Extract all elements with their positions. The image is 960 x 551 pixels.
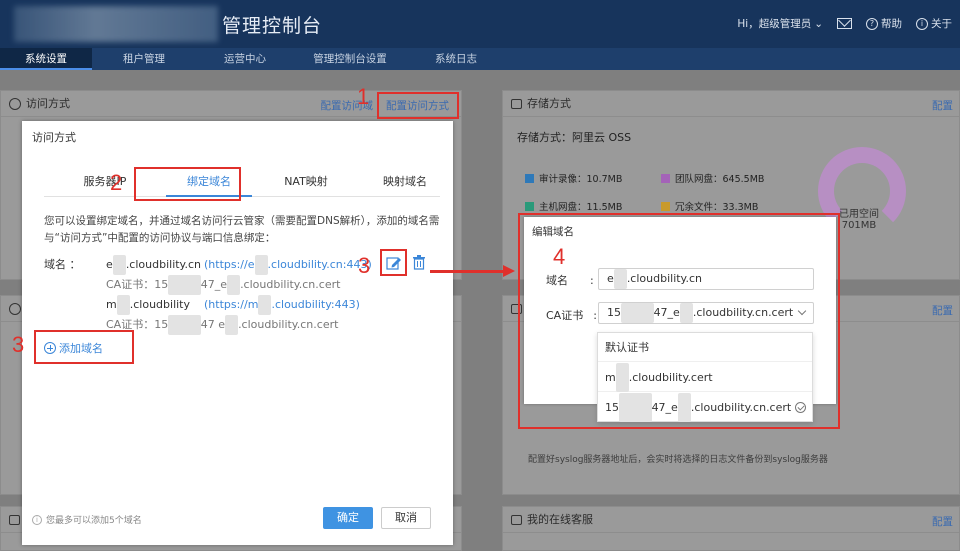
mail-icon [837,18,852,29]
main-nav: 系统设置 租户管理 运营中心 管理控制台设置 系统日志 [0,48,960,70]
globe-icon [9,97,21,110]
chevron-down-icon: ⌄ [814,17,823,30]
domain-url[interactable]: (https://mxx.cloudbility:443) [204,295,360,315]
nav-item-console-settings[interactable]: 管理控制台设置 [294,48,406,70]
list-icon [511,514,522,525]
domain-name: mxx.cloudbility [106,295,200,315]
tab-mapped-domain[interactable]: 映射域名 [362,171,448,197]
app-title: 管理控制台 [222,15,323,37]
nav-item-system-settings[interactable]: 系统设置 [0,48,92,70]
globe-icon [9,302,21,315]
dialog-title: 访问方式 [32,131,76,144]
delete-domain-button[interactable] [413,255,425,270]
nav-item-operations[interactable]: 运营中心 [196,48,294,70]
domain-name: exx.cloudbility.cn [106,255,201,275]
help-button[interactable]: ? 帮助 [866,16,902,31]
domain-cert: CA证书：15xxxxx47_exx.cloudbility.cn.cert [44,275,372,295]
max-domain-hint: i 您最多可以添加5个域名 [32,513,142,526]
top-header: 管理控制台 Hi，超级管理员 ⌄ ? 帮助 i 关于 [0,0,960,48]
cancel-button[interactable]: 取消 [381,507,431,529]
step-number-1: 1 [357,84,370,109]
question-icon: ? [866,17,878,30]
online-service-header: 我的在线客服 [503,507,959,533]
about-button[interactable]: i 关于 [916,16,952,31]
storage-type: 存储方式：阿里云 OSS [517,131,632,144]
info-icon: i [32,514,42,525]
step-number-2: 2 [110,170,123,195]
legend-item-audit: 审计录像：10.7MB [525,171,622,185]
step-number-3a: 3 [358,253,371,278]
nav-item-system-log[interactable]: 系统日志 [406,48,506,70]
mail-button[interactable] [837,18,852,29]
user-area: Hi，超级管理员 ⌄ ? 帮助 i 关于 [737,16,952,31]
legend-item-host-disk: 主机网盘：11.5MB [525,199,622,213]
storage-panel-header: 存储方式 [503,91,959,117]
logo [14,6,218,42]
domain-row: mxx.cloudbility (https://mxx.cloudbility… [44,295,372,315]
online-service-config-link[interactable]: 配置 [932,514,953,529]
domain-list: 域名 ： exx.cloudbility.cn (https://exx.clo… [44,255,372,335]
storage-config-link[interactable]: 配置 [932,98,953,113]
bind-domain-description: 您可以设置绑定域名，并通过域名访问行云管家（需要配置DNS解析），添加的域名需与… [44,215,440,244]
syslog-note: 配置好syslog服务器地址后，会实时将选择的日志文件备份到syslog服务器 [528,455,828,465]
edit-icon [9,514,20,525]
annotation-arrow-head [503,265,515,277]
domain-url[interactable]: (https://exx.cloudbility.cn:443) [204,255,372,275]
right-panel-2-config-link[interactable]: 配置 [932,303,953,318]
annotation-box-edit-popup [518,213,840,429]
tab-server-ip[interactable]: 服务器IP [68,171,142,197]
drive-icon [511,98,522,109]
info-icon: i [916,17,928,30]
used-space: 已用空间 701MB [839,209,879,231]
annotation-box-edit [380,249,407,276]
annotation-box-bind-domain-tab [134,167,241,201]
legend-item-redundant: 冗余文件：33.3MB [661,199,758,213]
domain-row: 域名 ： exx.cloudbility.cn (https://exx.clo… [44,255,372,275]
online-service-panel: 我的在线客服 配置 [502,506,960,551]
annotation-box-config-access [377,92,459,119]
step-number-3b: 3 [12,332,25,357]
tab-nat-mapping[interactable]: NAT映射 [266,171,346,197]
legend-item-team-disk: 团队网盘：645.5MB [661,171,764,185]
user-menu[interactable]: Hi，超级管理员 ⌄ [737,16,823,31]
annotation-box-add-domain [34,330,134,364]
confirm-button[interactable]: 确定 [323,507,373,529]
annotation-arrow [430,270,506,273]
nav-item-tenant[interactable]: 租户管理 [92,48,196,70]
dialog-tabs: 服务器IP 绑定域名 NAT映射 映射域名 [44,171,440,197]
